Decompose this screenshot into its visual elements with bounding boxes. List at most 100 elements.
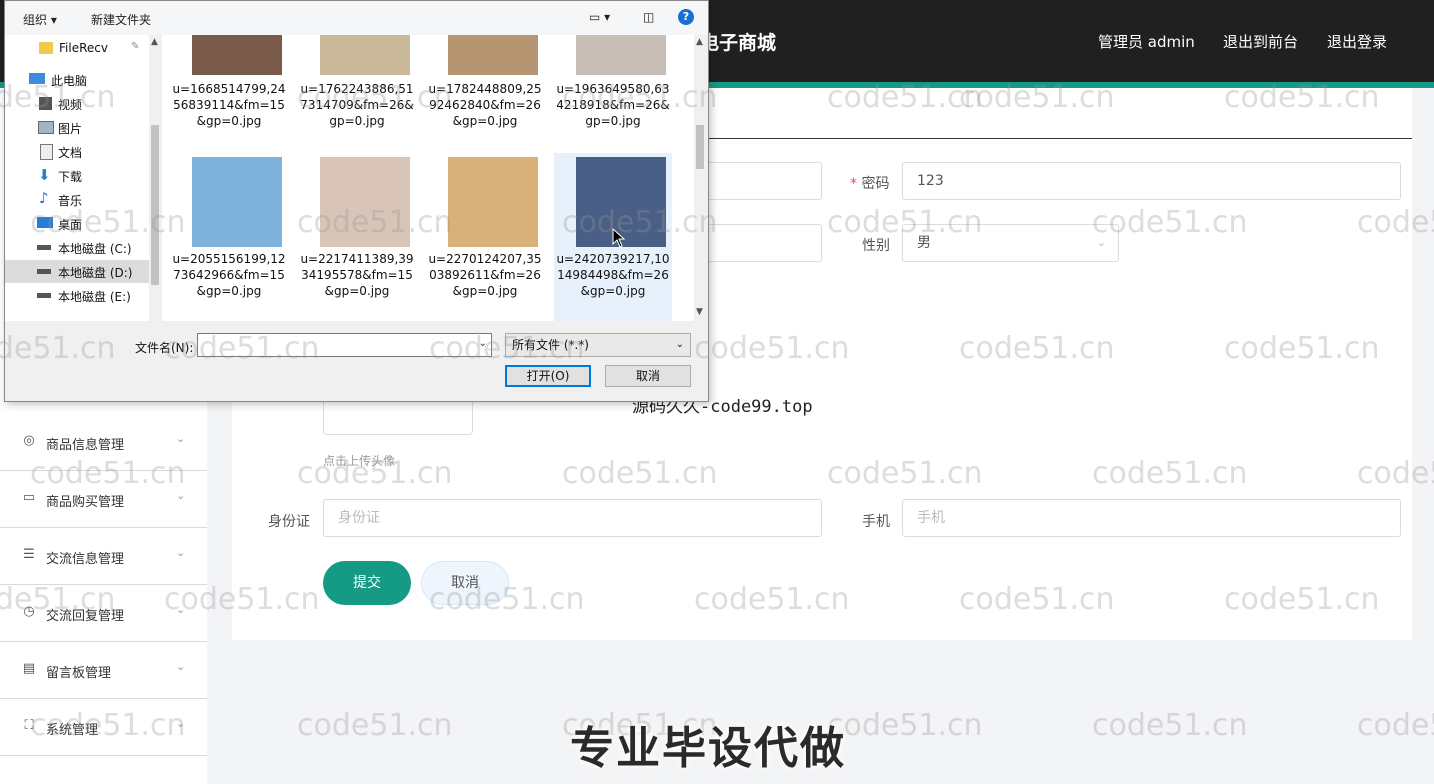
sidebar-item-label: 交流回复管理 (46, 609, 125, 624)
file-item[interactable]: u=1762243886,517314709&fm=26&gp=0.jpg (298, 35, 416, 147)
scrollbar-thumb[interactable] (151, 125, 159, 285)
gender-select[interactable]: 男 ⌄ (902, 224, 1119, 262)
nav-item-filerecv[interactable]: FileRecv ✎ (5, 37, 149, 60)
nav-item-label: 本地磁盘 (D:) (58, 266, 133, 280)
nav-item-label: 音乐 (58, 194, 83, 208)
file-name: u=2420739217,1014984498&fm=26&gp=0.jpg (556, 252, 670, 298)
sidebar-item-goods-info[interactable]: ◎ 商品信息管理 ⌄ (0, 414, 207, 471)
file-thumbnail (448, 157, 538, 247)
organize-menu[interactable]: 组织 ▾ (23, 11, 57, 28)
dialog-toolbar: 组织 ▾ 新建文件夹 ▭ ▾ ◫ ? (5, 1, 708, 36)
nav-item-pictures[interactable]: 图片 (5, 116, 149, 139)
scrollbar-thumb[interactable] (696, 125, 704, 169)
submit-button[interactable]: 提交 (323, 561, 411, 605)
file-item[interactable]: u=1963649580,634218918&fm=26&gp=0.jpg (554, 35, 672, 147)
card-icon: ▭ (22, 490, 36, 505)
password-input[interactable]: 123 (902, 162, 1401, 200)
filename-input[interactable]: ⌄ (197, 333, 492, 357)
file-thumbnail (320, 157, 410, 247)
scroll-up-icon[interactable]: ▲ (696, 37, 703, 47)
nav-item-label: 桌面 (58, 218, 83, 232)
list-icon: ☰ (23, 547, 35, 562)
nav-item-this-pc[interactable]: 此电脑 (5, 68, 149, 91)
file-thumbnail (448, 35, 538, 75)
gender-value: 男 (917, 235, 931, 251)
chevron-down-icon: ⌄ (176, 603, 186, 616)
chevron-down-icon[interactable]: ⌄ (479, 338, 487, 349)
file-name: u=2217411389,3934195578&fm=15&gp=0.jpg (300, 252, 414, 298)
drive-icon (37, 269, 51, 274)
filename-label: 文件名(N): (135, 341, 194, 355)
compass-icon: ◎ (23, 433, 35, 448)
scroll-down-icon[interactable]: ▼ (696, 307, 703, 317)
cancel-button[interactable]: 取消 (421, 561, 509, 605)
admin-user-link[interactable]: 管理员 admin (1098, 31, 1195, 52)
watermark-text: code51.cn (1092, 708, 1248, 743)
nav-item-label: FileRecv (59, 41, 108, 55)
sidebar-item-message-board[interactable]: ▤ 留言板管理 ⌄ (0, 642, 207, 699)
music-icon: ♪ (39, 189, 49, 207)
grid-icon: ⛶ (24, 718, 34, 733)
nav-item-label: 视频 (58, 98, 83, 112)
chevron-down-icon: ⌄ (176, 717, 186, 730)
file-list-pane: u=1668514799,2456839114&fm=15&gp=0.jpg u… (162, 35, 694, 321)
id-card-label: 身份证 (268, 514, 310, 530)
scroll-up-icon[interactable]: ▲ (151, 37, 158, 47)
sidebar-item-label: 留言板管理 (46, 666, 112, 681)
video-icon (39, 97, 52, 110)
watermark-text: code51.cn (1357, 708, 1434, 743)
filetype-select[interactable]: 所有文件 (*.*) ⌄ (505, 333, 691, 357)
sidebar-item-exchange-info[interactable]: ☰ 交流信息管理 ⌄ (0, 528, 207, 585)
chevron-down-icon: ⌄ (1096, 236, 1106, 249)
help-icon[interactable]: ? (678, 9, 694, 25)
chevron-down-icon: ⌄ (176, 432, 186, 445)
nav-item-drive-c[interactable]: 本地磁盘 (C:) (5, 236, 149, 259)
file-name: u=1668514799,2456839114&fm=15&gp=0.jpg (172, 82, 286, 128)
nav-item-label: 本地磁盘 (E:) (58, 290, 131, 304)
computer-icon (29, 73, 45, 84)
nav-pane-scrollbar[interactable]: ▲ (149, 35, 161, 321)
id-card-input[interactable]: 身份证 (323, 499, 822, 537)
nav-item-music[interactable]: ♪ 音乐 (5, 188, 149, 211)
nav-item-videos[interactable]: 视频 (5, 92, 149, 115)
file-item[interactable]: u=2217411389,3934195578&fm=15&gp=0.jpg (298, 153, 416, 321)
account-input[interactable] (700, 162, 822, 200)
nav-item-label: 本地磁盘 (C:) (58, 242, 132, 256)
phone-input[interactable]: 手机 (902, 499, 1401, 537)
nav-item-desktop[interactable]: 桌面 (5, 212, 149, 235)
file-item[interactable]: u=1668514799,2456839114&fm=15&gp=0.jpg (170, 35, 288, 147)
navigation-pane: FileRecv ✎ 此电脑 视频 图片 文档 ⬇ 下载 ♪ 音乐 桌面 本地磁… (5, 35, 161, 321)
chevron-down-icon: ⌄ (675, 339, 684, 350)
file-open-dialog: 组织 ▾ 新建文件夹 ▭ ▾ ◫ ? FileRecv ✎ 此电脑 视频 图片 … (4, 0, 709, 402)
file-name: u=1963649580,634218918&fm=26&gp=0.jpg (556, 82, 670, 128)
watermark-text: code51.cn (827, 708, 983, 743)
nav-item-drive-e[interactable]: 本地磁盘 (E:) (5, 284, 149, 307)
sidebar-item-goods-purchase[interactable]: ▭ 商品购买管理 ⌄ (0, 471, 207, 528)
sidebar-item-exchange-reply[interactable]: ◷ 交流回复管理 ⌄ (0, 585, 207, 642)
go-frontend-link[interactable]: 退出到前台 (1223, 31, 1298, 52)
logout-link[interactable]: 退出登录 (1327, 31, 1387, 52)
picture-icon (38, 121, 54, 134)
preview-pane-icon[interactable]: ◫ (643, 10, 654, 24)
filetype-value: 所有文件 (*.*) (512, 338, 589, 352)
nav-item-label: 文档 (58, 146, 83, 160)
nav-item-downloads[interactable]: ⬇ 下载 (5, 164, 149, 187)
view-icon[interactable]: ▭ ▾ (589, 10, 610, 24)
drive-icon (37, 245, 51, 250)
new-folder-button[interactable]: 新建文件夹 (91, 11, 151, 28)
file-item[interactable]: u=1782448809,2592462840&fm=26&gp=0.jpg (426, 35, 544, 147)
nav-item-drive-d[interactable]: 本地磁盘 (D:) (5, 260, 149, 283)
folder-icon (39, 42, 53, 54)
sidebar-item-system[interactable]: ⛶ 系统管理 ⌄ (0, 699, 207, 756)
file-item[interactable]: u=2055156199,1273642966&fm=15&gp=0.jpg (170, 153, 288, 321)
file-pane-scrollbar[interactable]: ▲ ▼ (694, 35, 706, 321)
dialog-cancel-button[interactable]: 取消 (605, 365, 691, 387)
file-name: u=1762243886,517314709&fm=26&gp=0.jpg (300, 82, 414, 128)
nav-item-documents[interactable]: 文档 (5, 140, 149, 163)
name-input[interactable] (700, 224, 822, 262)
file-item[interactable]: u=2270124207,3503892611&fm=26&gp=0.jpg (426, 153, 544, 321)
password-label: * 密码 (850, 176, 890, 192)
open-button[interactable]: 打开(O) (505, 365, 591, 387)
nav-item-label: 图片 (58, 122, 83, 136)
file-thumbnail (576, 35, 666, 75)
